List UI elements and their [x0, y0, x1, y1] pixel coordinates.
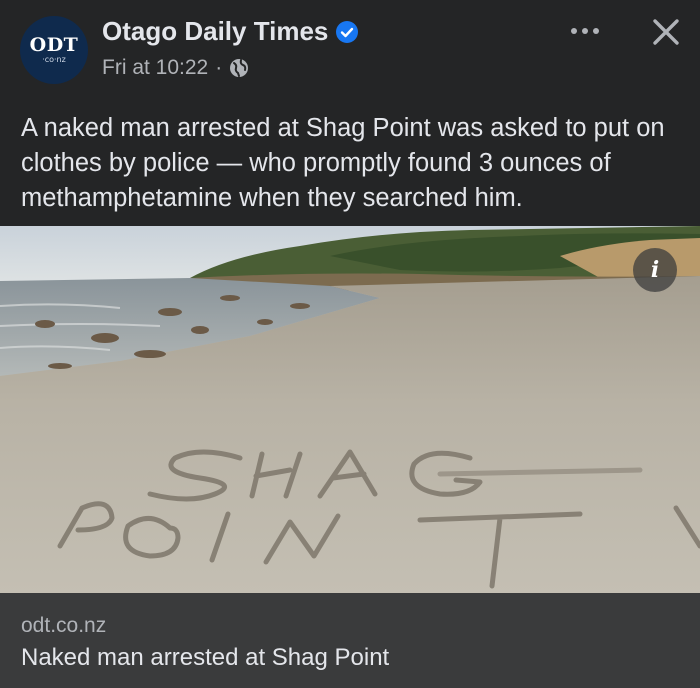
- post-message: A naked man arrested at Shag Point was a…: [21, 114, 665, 212]
- more-options-icon: [571, 28, 577, 34]
- link-domain: odt.co.nz: [21, 614, 107, 637]
- globe-icon: [230, 59, 249, 77]
- close-button[interactable]: [646, 12, 686, 52]
- more-options-button[interactable]: [562, 16, 608, 46]
- post-timestamp[interactable]: Fri at 10:22: [102, 56, 208, 80]
- link-title[interactable]: Naked man arrested at Shag Point: [21, 644, 389, 672]
- post-header: ODT ·co·nz Otago Daily Times Fri at 10:2…: [0, 0, 700, 100]
- more-options-icon-dot: [593, 28, 599, 34]
- close-icon: [653, 19, 679, 45]
- verified-badge-icon: [336, 20, 359, 43]
- info-button[interactable]: i: [633, 248, 677, 292]
- info-icon: i: [650, 257, 660, 283]
- page-name-link[interactable]: Otago Daily Times: [102, 16, 328, 47]
- more-options-icon-dot: [582, 28, 588, 34]
- link-preview-card[interactable]: [0, 593, 700, 688]
- beach-photo: [0, 226, 700, 593]
- avatar-logo-text: ODT: [29, 34, 79, 56]
- avatar-logo-subtext: ·co·nz: [42, 55, 66, 64]
- post-image[interactable]: [0, 226, 700, 593]
- post-meta: Fri at 10:22 ·: [102, 56, 249, 80]
- page-name-row: Otago Daily Times: [102, 16, 359, 47]
- page-avatar[interactable]: ODT ·co·nz: [20, 16, 88, 84]
- meta-separator: ·: [215, 56, 223, 79]
